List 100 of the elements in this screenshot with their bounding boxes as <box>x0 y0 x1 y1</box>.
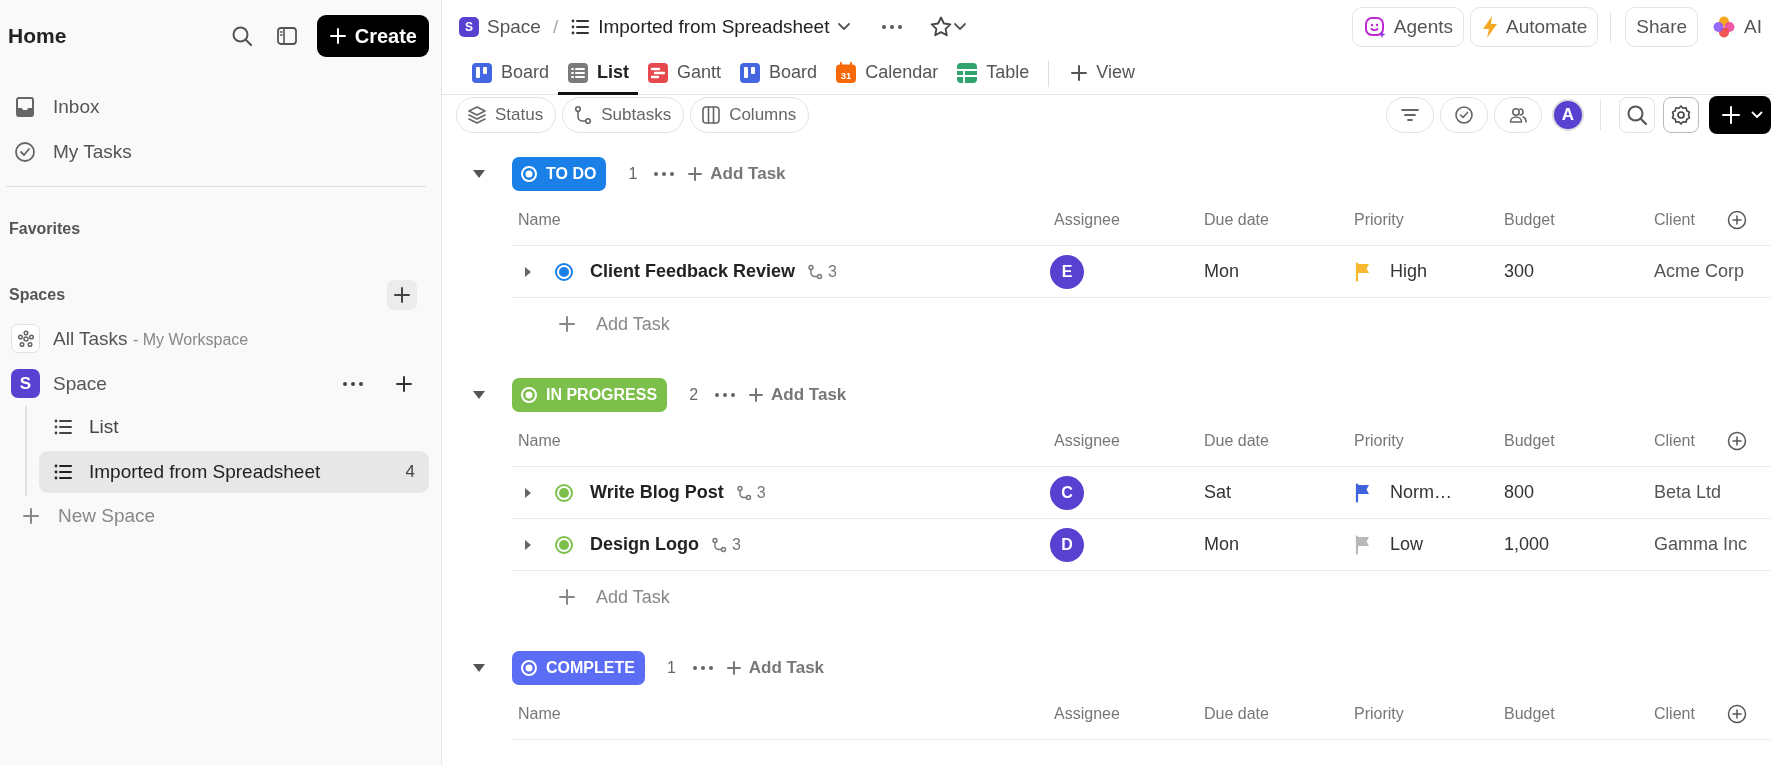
list-icon <box>53 417 73 437</box>
expand-caret-icon[interactable] <box>524 486 532 499</box>
add-task-row[interactable]: Add Task <box>512 298 1771 350</box>
plus-icon <box>558 315 576 333</box>
expand-caret-icon[interactable] <box>524 538 532 551</box>
column-header: Client <box>1654 704 1695 723</box>
smiley-icon <box>1362 14 1387 39</box>
view-tab[interactable]: List <box>558 53 639 96</box>
assignee-avatar[interactable]: D <box>1050 527 1084 562</box>
share-button[interactable]: Share <box>1625 6 1699 47</box>
breadcrumb-link[interactable]: Space <box>487 15 541 38</box>
automate-button[interactable]: Automate <box>1470 6 1599 47</box>
sidebar-title: Home <box>7 24 68 48</box>
collapse-caret-icon[interactable] <box>472 663 486 673</box>
add-button[interactable] <box>1709 95 1771 134</box>
collapse-caret-icon[interactable] <box>472 169 486 179</box>
plus-icon <box>725 660 742 676</box>
task-count: 1 <box>666 659 676 677</box>
view-tab[interactable]: Board <box>730 53 827 96</box>
view-tab[interactable]: Board <box>462 53 559 96</box>
plus-icon <box>1070 63 1089 82</box>
space-badge: S <box>11 369 40 398</box>
plus-icon <box>393 286 411 304</box>
add-task-button[interactable]: Add Task <box>725 658 825 678</box>
add-column-icon[interactable] <box>1727 430 1747 451</box>
column-header: Assignee <box>1042 194 1192 246</box>
add-column-icon[interactable] <box>1727 209 1747 230</box>
subtasks-icon <box>711 536 727 553</box>
nav-item[interactable]: Inbox <box>6 84 429 129</box>
plus-icon <box>22 507 40 525</box>
nav-item[interactable]: My Tasks <box>6 129 429 174</box>
task-name[interactable]: Client Feedback Review <box>590 261 796 282</box>
column-header: Client <box>1654 431 1695 450</box>
chevron-down-icon[interactable] <box>953 21 968 32</box>
more-icon[interactable] <box>653 171 676 177</box>
task-count: 2 <box>689 386 699 404</box>
plus-icon <box>558 588 576 606</box>
budget-cell: 300 <box>1492 246 1642 298</box>
agents-button[interactable]: Agents <box>1351 6 1464 47</box>
due-date-cell: Mon <box>1192 519 1342 571</box>
search-icon[interactable] <box>1626 103 1648 126</box>
list-item[interactable]: Imported from Spreadsheet 4 <box>39 451 429 493</box>
add-space-button[interactable] <box>387 280 417 310</box>
assignee-avatar[interactable]: C <box>1050 475 1084 510</box>
client-cell: Acme Corp <box>1642 246 1771 298</box>
subtask-count: 3 <box>756 483 766 502</box>
task-name[interactable]: Write Blog Post <box>590 482 724 503</box>
collapse-caret-icon[interactable] <box>472 390 486 400</box>
plus-icon <box>748 387 765 403</box>
more-icon[interactable] <box>691 665 714 671</box>
search-button[interactable] <box>1619 96 1655 133</box>
view-tab[interactable]: Gantt <box>638 53 731 96</box>
chevron-down-icon <box>1751 110 1763 119</box>
column-header: Assignee <box>1042 415 1192 467</box>
all-tasks-item[interactable]: All Tasks - My Workspace <box>6 316 429 361</box>
column-header: Priority <box>1342 194 1492 246</box>
status-ring-icon <box>520 165 538 183</box>
client-cell: Gamma Inc <box>1642 519 1771 571</box>
user-avatar[interactable]: A <box>1552 98 1584 131</box>
settings-icon <box>1670 103 1692 126</box>
plus-icon <box>1721 104 1741 125</box>
add-task-button[interactable]: Add Task <box>687 164 786 184</box>
due-date-cell: Mon <box>1192 246 1342 298</box>
more-icon[interactable] <box>714 392 737 398</box>
column-header: Due date <box>1192 688 1342 740</box>
add-column-icon[interactable] <box>1727 703 1747 724</box>
assignee-avatar[interactable]: E <box>1050 254 1084 289</box>
more-icon[interactable] <box>881 23 904 30</box>
ai-button[interactable]: AI <box>1698 14 1771 39</box>
subtasks-icon <box>735 484 752 501</box>
task-name[interactable]: Design Logo <box>590 534 699 555</box>
list-title[interactable]: Imported from Spreadsheet <box>598 15 830 38</box>
expand-caret-icon[interactable] <box>524 265 532 278</box>
star-icon[interactable] <box>929 14 954 39</box>
search-icon[interactable] <box>230 25 253 47</box>
view-tab[interactable]: Table <box>947 53 1039 96</box>
create-button[interactable]: Create <box>316 15 429 57</box>
column-header: Client <box>1654 210 1695 229</box>
budget-cell: 1,000 <box>1492 519 1642 571</box>
section-heading: Spaces <box>8 286 66 304</box>
budget-cell: 800 <box>1492 467 1642 519</box>
inbox-icon <box>13 94 37 119</box>
status-badge: IN PROGRESS <box>512 378 668 412</box>
check-circle-icon <box>13 139 37 164</box>
list-icon <box>53 462 73 482</box>
settings-button[interactable] <box>1663 96 1699 133</box>
layers-icon <box>467 104 487 125</box>
list-item[interactable]: List <box>39 406 429 448</box>
view-tab[interactable]: 31 Calendar <box>826 53 948 96</box>
column-header: Name <box>512 415 1042 467</box>
space-item[interactable]: S Space <box>6 361 429 406</box>
add-task-row[interactable]: Add Task <box>512 571 1771 623</box>
chevron-down-icon[interactable] <box>837 21 852 32</box>
sidebar-toggle-icon[interactable] <box>275 25 298 47</box>
column-header: Priority <box>1342 415 1492 467</box>
task-status-icon[interactable] <box>554 261 574 282</box>
column-header: Budget <box>1492 415 1642 467</box>
add-task-button[interactable]: Add Task <box>748 385 847 405</box>
add-view-button[interactable]: View <box>1061 53 1144 96</box>
more-icon[interactable] <box>342 380 364 387</box>
